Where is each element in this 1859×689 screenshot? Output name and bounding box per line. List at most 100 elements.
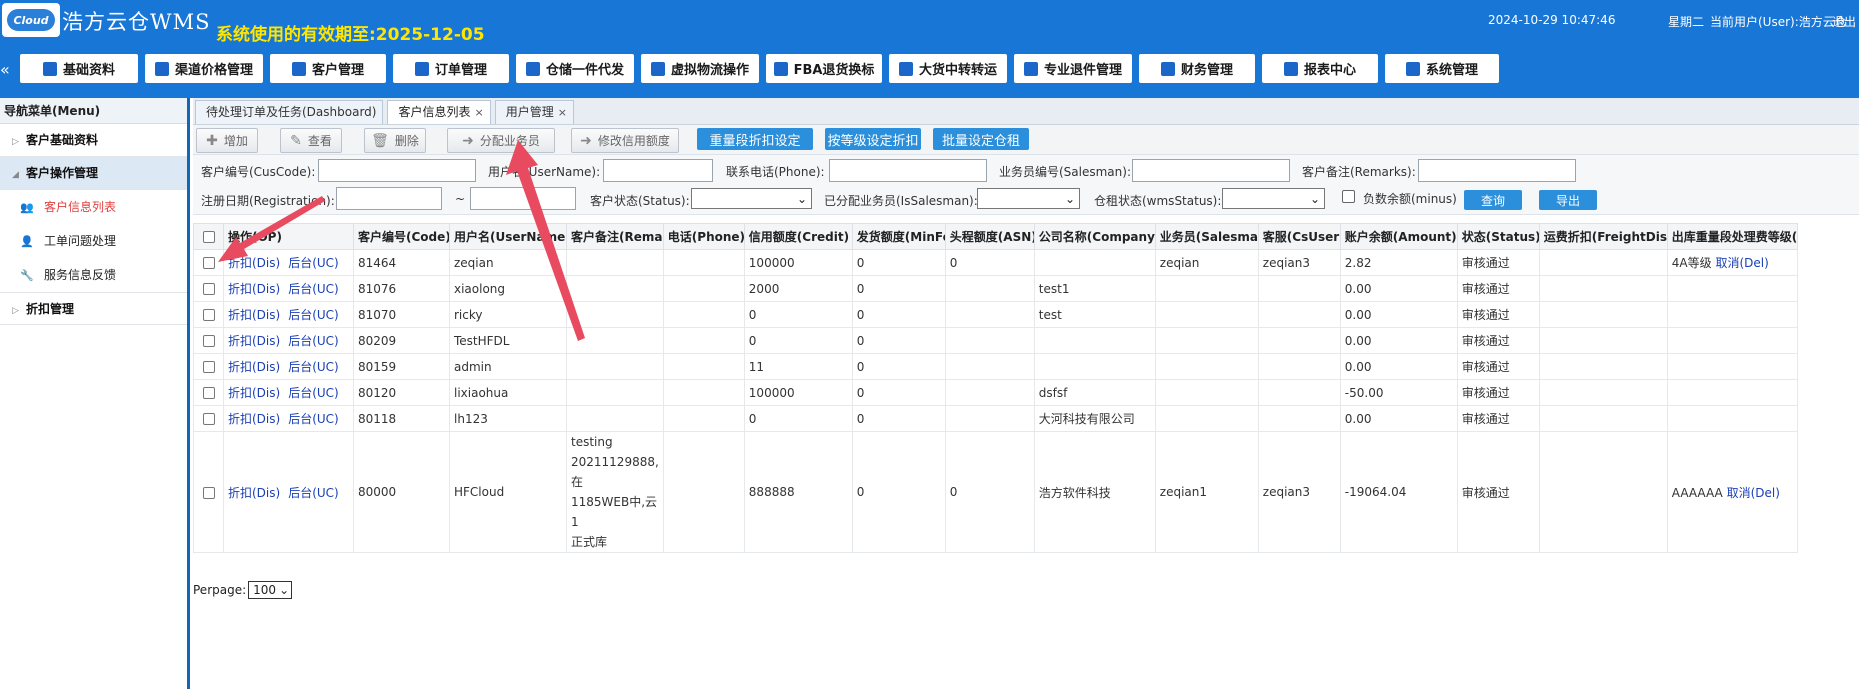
cell-salesman — [1154, 379, 1259, 406]
discount-link[interactable]: 折扣(Dis) — [228, 256, 280, 270]
select-all-checkbox[interactable] — [202, 231, 215, 243]
table-row[interactable]: 折扣(Dis) 后台(UC) 80000 HFCloud testing 20211129… — [193, 431, 1798, 553]
sidebar-section-discount[interactable]: ▷ 折扣管理 — [0, 292, 187, 325]
backend-link[interactable]: 后台(UC) — [288, 282, 339, 296]
export-button[interactable]: 导出 — [1539, 190, 1597, 210]
sidebar-item-customer-list[interactable]: 👥 客户信息列表 — [0, 190, 187, 224]
tab-customer-list[interactable]: 客户信息列表 × — [387, 100, 491, 124]
phone-input[interactable] — [829, 159, 987, 182]
backend-link[interactable]: 后台(UC) — [288, 256, 339, 270]
discount-link[interactable]: 折扣(Dis) — [228, 386, 280, 400]
tab-user-management[interactable]: 用户管理 × — [494, 100, 574, 124]
row-checkbox[interactable] — [202, 486, 215, 499]
row-checkbox[interactable] — [202, 387, 215, 399]
assign-salesman-button[interactable]: ➜ 分配业务员 — [447, 128, 555, 153]
collapse-menu-icon[interactable]: « — [0, 60, 10, 79]
cell-code: 80120 — [353, 379, 450, 406]
nav-item-11[interactable]: 系统管理 — [1385, 54, 1499, 83]
sidebar-item-label: 服务信息反馈 — [44, 268, 117, 282]
column-header: 信用额度(Credit) — [743, 223, 853, 250]
salesman-input[interactable] — [1132, 159, 1290, 182]
discount-link[interactable]: 折扣(Dis) — [228, 412, 280, 426]
add-button[interactable]: ✚ 增加 — [196, 128, 258, 153]
discount-link[interactable]: 折扣(Dis) — [228, 308, 280, 322]
view-button[interactable]: ✎ 查看 — [280, 128, 342, 153]
nav-item-6[interactable]: FBA退货换标 — [766, 54, 882, 83]
wmsstatus-select[interactable]: ⌄ — [1222, 188, 1325, 209]
table-row[interactable]: 折扣(Dis) 后台(UC) 80159 admin 11 0 0.00 审核通过 — [193, 353, 1798, 380]
cell-code: 80209 — [353, 327, 450, 354]
discount-link[interactable]: 折扣(Dis) — [228, 334, 280, 348]
sidebar-item-ticket[interactable]: 👤 工单问题处理 — [0, 224, 187, 258]
delete-button[interactable]: 🗑 删除 — [364, 128, 426, 153]
row-checkbox[interactable] — [202, 283, 215, 295]
row-checkbox[interactable] — [202, 413, 215, 425]
nav-icon — [1160, 61, 1175, 76]
close-icon[interactable]: × — [474, 106, 483, 119]
tab-dashboard[interactable]: 待处理订单及任务(Dashboard) — [195, 100, 384, 124]
cell-remark: testing 20211129888,在 1185WEB中,云1 正式库 — [566, 431, 664, 553]
discount-link[interactable]: 折扣(Dis) — [228, 360, 280, 374]
table-row[interactable]: 折扣(Dis) 后台(UC) 81464 zeqian 100000 0 0 zeqian ze… — [193, 249, 1798, 276]
backend-link[interactable]: 后台(UC) — [288, 308, 339, 322]
logout-link[interactable]: 退出 — [1832, 13, 1856, 30]
nav-icon — [291, 61, 306, 76]
nav-item-7[interactable]: 大货中转转运 — [889, 54, 1007, 83]
cell-cs: zeqian3 — [1257, 431, 1341, 553]
table-row[interactable]: 折扣(Dis) 后台(UC) 81076 xiaolong 2000 0 test1 0.00… — [193, 275, 1798, 302]
backend-link[interactable]: 后台(UC) — [288, 486, 339, 500]
discount-link[interactable]: 折扣(Dis) — [228, 486, 280, 500]
cell-user: xiaolong — [449, 275, 567, 302]
modify-credit-button[interactable]: ➜ 修改信用额度 — [571, 128, 679, 153]
nav-icon — [42, 61, 57, 76]
backend-link[interactable]: 后台(UC) — [288, 360, 339, 374]
issalesman-select[interactable]: ⌄ — [977, 188, 1080, 209]
row-checkbox[interactable] — [202, 257, 215, 269]
nav-item-3[interactable]: 订单管理 — [393, 54, 509, 83]
table-row[interactable]: 折扣(Dis) 后台(UC) 80209 TestHFDL 0 0 0.00 审核通过 — [193, 327, 1798, 354]
nav-item-5[interactable]: 虚拟物流操作 — [641, 54, 759, 83]
cancel-link[interactable]: 取消(Del) — [1727, 486, 1780, 500]
perpage-select[interactable]: 100 ⌄ — [248, 581, 293, 599]
nav-item-label: 基础资料 — [62, 63, 115, 78]
backend-link[interactable]: 后台(UC) — [288, 334, 339, 348]
row-checkbox[interactable] — [202, 335, 215, 347]
registration-start-input[interactable] — [336, 187, 442, 210]
sidebar-item-feedback[interactable]: 🔧 服务信息反馈 — [0, 258, 187, 292]
nav-item-2[interactable]: 客户管理 — [270, 54, 386, 83]
close-icon[interactable]: × — [558, 106, 567, 119]
nav-item-0[interactable]: 基础资料 — [20, 54, 138, 83]
discount-link[interactable]: 折扣(Dis) — [228, 282, 280, 296]
backend-link[interactable]: 后台(UC) — [288, 386, 339, 400]
remarks-input[interactable] — [1418, 159, 1576, 182]
table-row[interactable]: 折扣(Dis) 后台(UC) 80118 lh123 0 0 大河科技有限公司 0.00 审核通… — [193, 405, 1798, 432]
username-input[interactable] — [603, 159, 713, 182]
nav-item-4[interactable]: 仓储一件代发 — [516, 54, 634, 83]
batch-rent-button[interactable]: 批量设定仓租 — [933, 128, 1029, 150]
nav-item-1[interactable]: 渠道价格管理 — [145, 54, 263, 83]
minus-checkbox[interactable] — [1342, 190, 1355, 203]
sidebar-section-customer-basic[interactable]: ▷ 客户基础资料 — [0, 124, 187, 157]
status-select[interactable]: ⌄ — [691, 188, 812, 209]
row-checkbox[interactable] — [202, 361, 215, 373]
table-row[interactable]: 折扣(Dis) 后台(UC) 80120 lixiaohua 100000 0 dsfsf -… — [193, 379, 1798, 406]
nav-item-10[interactable]: 报表中心 — [1262, 54, 1378, 83]
backend-link[interactable]: 后台(UC) — [288, 412, 339, 426]
op-cell: 折扣(Dis) 后台(UC) — [223, 405, 354, 432]
table-row[interactable]: 折扣(Dis) 后台(UC) 81070 ricky 0 0 test 0.00 审核通过 — [193, 301, 1798, 328]
cell-freight — [1538, 275, 1668, 302]
level-discount-button[interactable]: 按等级设定折扣 — [825, 128, 921, 150]
nav-item-9[interactable]: 财务管理 — [1139, 54, 1255, 83]
cancel-link[interactable]: 取消(Del) — [1715, 256, 1768, 270]
cuscode-input[interactable] — [318, 159, 476, 182]
registration-end-input[interactable] — [470, 187, 576, 210]
query-button[interactable]: 查询 — [1464, 190, 1522, 210]
row-checkbox[interactable] — [202, 309, 215, 321]
sidebar-section-customer-ops[interactable]: ◢ 客户操作管理 — [0, 157, 187, 190]
sidebar: 导航菜单(Menu) ▷ 客户基础资料 ◢ 客户操作管理 👥 客户信息列表 👤 工单问题… — [0, 98, 190, 689]
nav-item-8[interactable]: 专业退件管理 — [1014, 54, 1132, 83]
weight-discount-button[interactable]: 重量段折扣设定 — [697, 128, 813, 150]
cell-company — [1033, 353, 1156, 380]
cell-company: test — [1033, 301, 1156, 328]
filter-panel: 客户编号(CusCode): 用户名(UserName): 联系电话(Phone… — [193, 155, 1859, 215]
